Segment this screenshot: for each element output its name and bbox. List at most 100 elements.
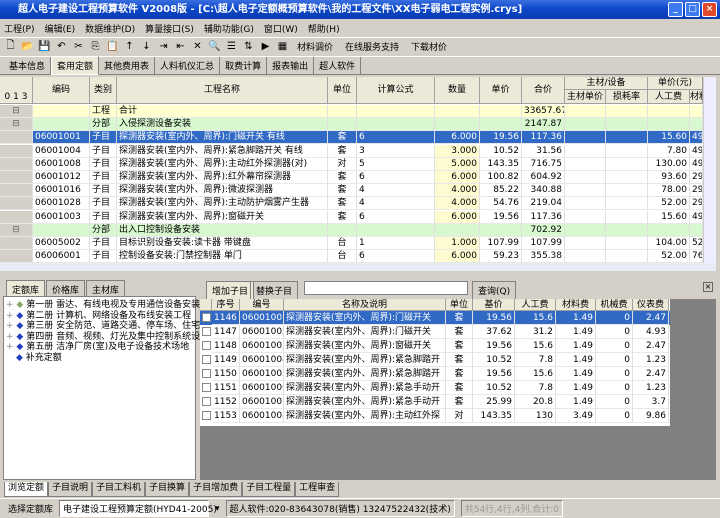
expand-icon[interactable]: + <box>6 342 16 352</box>
row-checkbox[interactable] <box>202 313 211 322</box>
cell-formula[interactable]: 6 <box>357 171 435 184</box>
header-qty[interactable]: 数量 <box>435 77 480 104</box>
tree-item[interactable]: + ◆ 第二册 计算机、网络设备及布线安装工程 <box>6 311 191 321</box>
close-icon[interactable]: × <box>703 282 713 292</box>
save-icon[interactable]: 💾 <box>38 41 51 52</box>
bottom-tab-5[interactable]: 子目工程量 <box>242 482 296 497</box>
bottom-tab-6[interactable]: 工程审查 <box>295 482 340 497</box>
row-checkbox[interactable] <box>202 355 211 364</box>
cell-formula[interactable]: 3 <box>357 144 435 158</box>
row-indicator[interactable] <box>0 250 33 263</box>
header-7[interactable]: 机械费 <box>596 299 633 311</box>
tab-1[interactable]: 套用定额 <box>51 56 100 75</box>
expand-icon[interactable]: + <box>6 321 16 331</box>
sort-icon[interactable]: ⇅ <box>242 41 255 52</box>
paste-icon[interactable]: 📋 <box>106 41 119 52</box>
run-icon[interactable]: ▶ <box>259 41 272 52</box>
row-indicator[interactable] <box>0 144 33 158</box>
menu-item[interactable]: 算量接口(S) <box>145 22 194 35</box>
cell-qty[interactable]: 4.000 <box>435 197 480 211</box>
cell-qty[interactable] <box>435 223 480 237</box>
header-1[interactable]: 编号 <box>240 299 284 311</box>
header-code[interactable]: 编码 <box>33 77 90 104</box>
cell-formula[interactable] <box>357 118 435 132</box>
tab-6[interactable]: 超人软件 <box>314 57 362 74</box>
expand-icon[interactable]: + <box>6 332 16 342</box>
header-mat[interactable]: 材料 <box>690 90 703 104</box>
tab-3[interactable]: 人料机仪汇总 <box>155 57 221 74</box>
header-total[interactable]: 合价 <box>522 77 565 104</box>
table-row[interactable]: ⊟ 分部 入侵探测设备安装 2147.87 <box>0 118 703 132</box>
add-item-button[interactable]: 增加子目 <box>206 281 255 300</box>
table-row[interactable]: 1153 06001008 探测器安装(室内外、周界):主动红外探对 143.35 13… <box>200 409 670 423</box>
row-indicator[interactable]: ⊟ <box>0 223 33 237</box>
calc-icon[interactable]: ▦ <box>276 41 289 52</box>
search-input[interactable] <box>304 281 468 295</box>
row-indicator[interactable] <box>0 131 33 145</box>
maximize-button[interactable]: □ <box>685 2 700 17</box>
row-checkbox[interactable] <box>202 341 211 350</box>
replace-item-button[interactable]: 替换子目 <box>250 281 299 300</box>
cell-formula[interactable]: 5 <box>357 157 435 171</box>
delete-icon[interactable]: ✕ <box>191 41 204 52</box>
row-checkbox[interactable] <box>202 383 211 392</box>
tree-icon[interactable]: ☰ <box>225 41 238 52</box>
find-icon[interactable]: 🔍 <box>208 41 221 52</box>
header-5[interactable]: 人工费 <box>515 299 556 311</box>
table-row[interactable]: ⊟ 分部 出入口控制设备安装 702.92 <box>0 223 703 237</box>
cell-formula[interactable] <box>357 223 435 237</box>
menu-item[interactable]: 帮助(H) <box>308 22 340 35</box>
menu-item[interactable]: 编辑(E) <box>44 22 75 35</box>
row-indicator[interactable] <box>0 184 33 198</box>
table-row[interactable]: ⊟ 工程 合计 33657.67 <box>0 105 703 118</box>
row-indicator[interactable] <box>0 237 33 250</box>
tab-0[interactable]: 基本信息 <box>4 57 52 74</box>
tree-item[interactable]: + ◆ 第五册 洁净厂房(室)及电子设备技术场地 <box>6 342 189 352</box>
cut-icon[interactable]: ✂ <box>72 41 85 52</box>
expand-icon[interactable]: + <box>6 300 16 310</box>
toolbar-link[interactable]: 下载材价 <box>407 40 451 53</box>
cell-qty[interactable] <box>435 105 480 118</box>
header-labor[interactable]: 人工费 <box>648 90 690 104</box>
table-row[interactable]: 1150 06001005 探测器安装(室内外、周界):紧急脚踏开套 19.56 15.… <box>200 367 670 381</box>
down-icon[interactable]: ↓ <box>140 41 153 52</box>
row-indicator[interactable] <box>0 210 33 224</box>
menu-item[interactable]: 窗口(W) <box>264 22 298 35</box>
bottom-tab-0[interactable]: 浏览定额 <box>4 482 49 497</box>
table-row[interactable]: 1151 06001006 探测器安装(室内外、周界):紧急手动开套 10.52 7.8… <box>200 381 670 395</box>
query-button[interactable]: 查询(Q) <box>472 281 517 300</box>
table-row[interactable]: 1146 06001001 探测器安装(室内外、周界):门磁开关套 19.56 15.6… <box>200 311 670 325</box>
horizontal-scrollbar[interactable] <box>0 263 716 271</box>
table-row[interactable]: 1149 06001004 探测器安装(室内外、周界):紧急脚踏开套 10.52 7.8… <box>200 353 670 367</box>
menu-item[interactable]: 辅助功能(G) <box>204 22 254 35</box>
cell-qty[interactable]: 4.000 <box>435 184 480 198</box>
row-checkbox[interactable] <box>202 411 211 420</box>
bottom-tab-3[interactable]: 子目换算 <box>145 482 190 497</box>
header-unit[interactable]: 单位 <box>328 77 357 104</box>
cell-formula[interactable]: 1 <box>357 237 435 250</box>
menu-item[interactable]: 工程(P) <box>4 22 34 35</box>
table-row[interactable]: 1152 06001007 探测器安装(室内外、周界):紧急手动开套 25.99 20.… <box>200 395 670 409</box>
undo-icon[interactable]: ↶ <box>55 41 68 52</box>
cell-qty[interactable]: 5.000 <box>435 157 480 171</box>
row-indicator[interactable]: ⊟ <box>0 118 33 132</box>
expand-icon[interactable]: + <box>6 311 16 321</box>
outdent-icon[interactable]: ⇤ <box>174 41 187 52</box>
table-row[interactable]: 1147 06001002 探测器安装(室内外、周界):门磁开关套 37.62 31.2… <box>200 325 670 339</box>
cell-formula[interactable]: 6 <box>357 131 435 145</box>
tree-item[interactable]: ◆ 补充定额 <box>6 353 62 363</box>
library-select[interactable]: 电子建设工程预算定额(HYD41-2005) <box>59 500 217 517</box>
header-price[interactable]: 单价 <box>480 77 522 104</box>
table-row[interactable]: 06001012 子目 探测器安装(室内外、周界):红外幕帘探测器套 6 6.000 10… <box>0 171 703 184</box>
table-row[interactable]: 06001001 子目 探测器安装(室内外、周界):门磁开关 有线套 6 6.000 19… <box>0 131 703 145</box>
table-row[interactable]: 06001008 子目 探测器安装(室内外、周界):主动红外探测器(对) 对 5 5.00… <box>0 157 703 171</box>
table-row[interactable]: 06001003 子目 探测器安装(室内外、周界):窗磁开关套 6 6.000 19.56… <box>0 210 703 224</box>
row-checkbox[interactable] <box>202 369 211 378</box>
cell-qty[interactable]: 6.000 <box>435 171 480 184</box>
table-row[interactable]: 06001004 子目 探测器安装(室内外、周界):紧急脚踏开关 有线套 3 3.000… <box>0 144 703 158</box>
header-0[interactable]: 序号 <box>212 299 240 311</box>
row-indicator[interactable] <box>0 171 33 184</box>
header-type[interactable]: 类别 <box>90 77 117 104</box>
new-icon[interactable]: 🗋 <box>4 38 17 55</box>
cell-formula[interactable]: 6 <box>357 210 435 224</box>
